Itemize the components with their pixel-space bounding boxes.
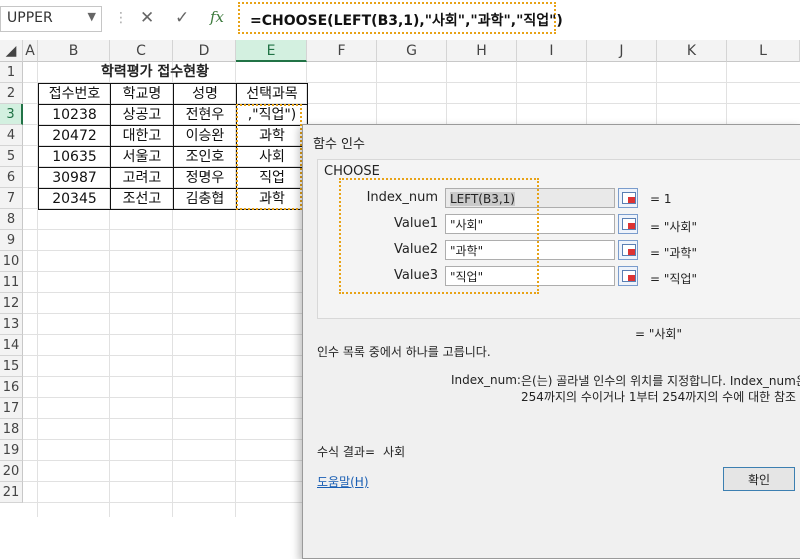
range-select-icon[interactable] (618, 240, 638, 260)
column-header-j[interactable]: J (587, 40, 657, 62)
row-header-5[interactable]: 5 (0, 146, 23, 167)
enter-icon[interactable]: ✓ (175, 8, 189, 28)
function-name: CHOOSE (324, 164, 380, 179)
column-header-b[interactable]: B (38, 40, 110, 62)
row-header-16[interactable]: 16 (0, 377, 23, 398)
row-header-11[interactable]: 11 (0, 272, 23, 293)
ok-button[interactable]: 확인 (723, 467, 795, 491)
formula-result: 수식 결과= 사회 (317, 443, 405, 460)
table-cell[interactable]: 조선고 (110, 188, 174, 210)
formula-bar: UPPER ▼ ⋮ ✕ ✓ fx =CHOOSE(LEFT(B3,1),"사회"… (0, 0, 800, 41)
spreadsheet-grid: ◢ ABCDEFGHIJKL 1 2 3 4 5 6 7 8 9 10 11 12 13 14 15 16 17… (0, 40, 800, 559)
table-cell[interactable]: 10238 (38, 104, 111, 126)
row-header-2[interactable]: 2 (0, 83, 23, 104)
row-header-17[interactable]: 17 (0, 398, 23, 419)
column-header-g[interactable]: G (377, 40, 447, 62)
column-header-h[interactable]: H (447, 40, 517, 62)
row-header-18[interactable]: 18 (0, 419, 23, 440)
formula-text: =CHOOSE(LEFT(B3,1),"사회","과학","직업") (250, 13, 563, 29)
table-cell[interactable]: 20472 (38, 125, 111, 147)
row-header-10[interactable]: 10 (0, 251, 23, 272)
row-header-7[interactable]: 7 (0, 188, 23, 209)
table-cell[interactable]: 전현우 (173, 104, 237, 126)
arg-result-index-num: = 1 (650, 192, 672, 206)
range-select-icon[interactable] (618, 188, 638, 208)
arg-help-line2: 254까지의 수이거나 1부터 254까지의 수에 대한 참조 (521, 390, 797, 404)
function-description: 인수 목록 중에서 하나를 고릅니다. (317, 345, 491, 359)
dialog-title: 함수 인수 (313, 137, 365, 152)
formula-result-label: 수식 결과= (317, 445, 376, 459)
column-header-i[interactable]: I (517, 40, 587, 62)
function-arguments-dialog: 함수 인수 CHOOSE Index_num LEFT(B3,1) = 1 Va… (302, 124, 800, 559)
table-cell[interactable]: 김충협 (173, 188, 237, 210)
row-header-21[interactable]: 21 (0, 482, 23, 503)
formula-result-value: 사회 (383, 445, 406, 459)
function-result: = "사회" (635, 327, 682, 341)
table-cell[interactable]: 고려고 (110, 167, 174, 189)
chevron-down-icon[interactable]: ▼ (88, 10, 96, 23)
arg-result-value1: = "사회" (650, 220, 697, 234)
arg-result-value2: = "과학" (650, 246, 697, 260)
column-header-l[interactable]: L (727, 40, 800, 62)
row-header-9[interactable]: 9 (0, 230, 23, 251)
table-cell[interactable]: 대한고 (110, 125, 174, 147)
column-header-e[interactable]: E (236, 40, 307, 62)
help-link[interactable]: 도움말(H) (317, 473, 369, 490)
arg-result-value3: = "직업" (650, 272, 697, 286)
header-cell[interactable]: 학교명 (110, 83, 174, 105)
table-cell[interactable]: 상공고 (110, 104, 174, 126)
row-header-8[interactable]: 8 (0, 209, 23, 230)
row-header-6[interactable]: 6 (0, 167, 23, 188)
row-header-14[interactable]: 14 (0, 335, 23, 356)
table-cell[interactable]: 조인호 (173, 146, 237, 168)
column-header-d[interactable]: D (173, 40, 236, 62)
range-select-icon[interactable] (618, 214, 638, 234)
sheet-title[interactable]: 학력평가 접수현황 (38, 62, 272, 83)
insert-function-icon[interactable]: fx (210, 8, 224, 26)
cancel-icon[interactable]: ✕ (140, 8, 154, 28)
row-header-20[interactable]: 20 (0, 461, 23, 482)
name-box-value: UPPER (7, 10, 53, 26)
select-all-corner[interactable]: ◢ (0, 40, 23, 62)
table-cell[interactable]: 20345 (38, 188, 111, 210)
formula-input[interactable]: =CHOOSE(LEFT(B3,1),"사회","과학","직업") (238, 2, 563, 34)
row-header-4[interactable]: 4 (0, 125, 23, 146)
arg-help-name: Index_num: (451, 373, 521, 387)
header-cell[interactable]: 접수번호 (38, 83, 111, 105)
table-cell[interactable]: 이승완 (173, 125, 237, 147)
table-cell[interactable]: 정명우 (173, 167, 237, 189)
table-cell[interactable]: 10635 (38, 146, 111, 168)
table-cell[interactable]: 30987 (38, 167, 111, 189)
separator-icon: ⋮ (114, 10, 128, 26)
row-header-15[interactable]: 15 (0, 356, 23, 377)
row-header-13[interactable]: 13 (0, 314, 23, 335)
arguments-panel: CHOOSE Index_num LEFT(B3,1) = 1 Value1 "… (317, 159, 800, 319)
column-header-c[interactable]: C (110, 40, 173, 62)
column-header-k[interactable]: K (657, 40, 727, 62)
row-header-12[interactable]: 12 (0, 293, 23, 314)
row-header-3[interactable]: 3 (0, 104, 23, 125)
name-box[interactable]: UPPER ▼ (0, 6, 102, 32)
table-cell[interactable]: 서울고 (110, 146, 174, 168)
row-header-19[interactable]: 19 (0, 440, 23, 461)
column-header-f[interactable]: F (307, 40, 377, 62)
arg-help-text: 은(는) 골라낼 인수의 위치를 지정합니다. Index_num은 254까지… (521, 373, 800, 405)
range-select-icon[interactable] (618, 266, 638, 286)
row-header-1[interactable]: 1 (0, 62, 23, 83)
header-cell[interactable]: 선택과목 (236, 83, 308, 105)
cell-selection-highlight (236, 104, 302, 210)
column-header-a[interactable]: A (23, 40, 38, 62)
arguments-highlight (339, 178, 539, 294)
header-cell[interactable]: 성명 (173, 83, 237, 105)
arg-help-line1: 은(는) 골라낼 인수의 위치를 지정합니다. Index_num은 (521, 374, 800, 388)
